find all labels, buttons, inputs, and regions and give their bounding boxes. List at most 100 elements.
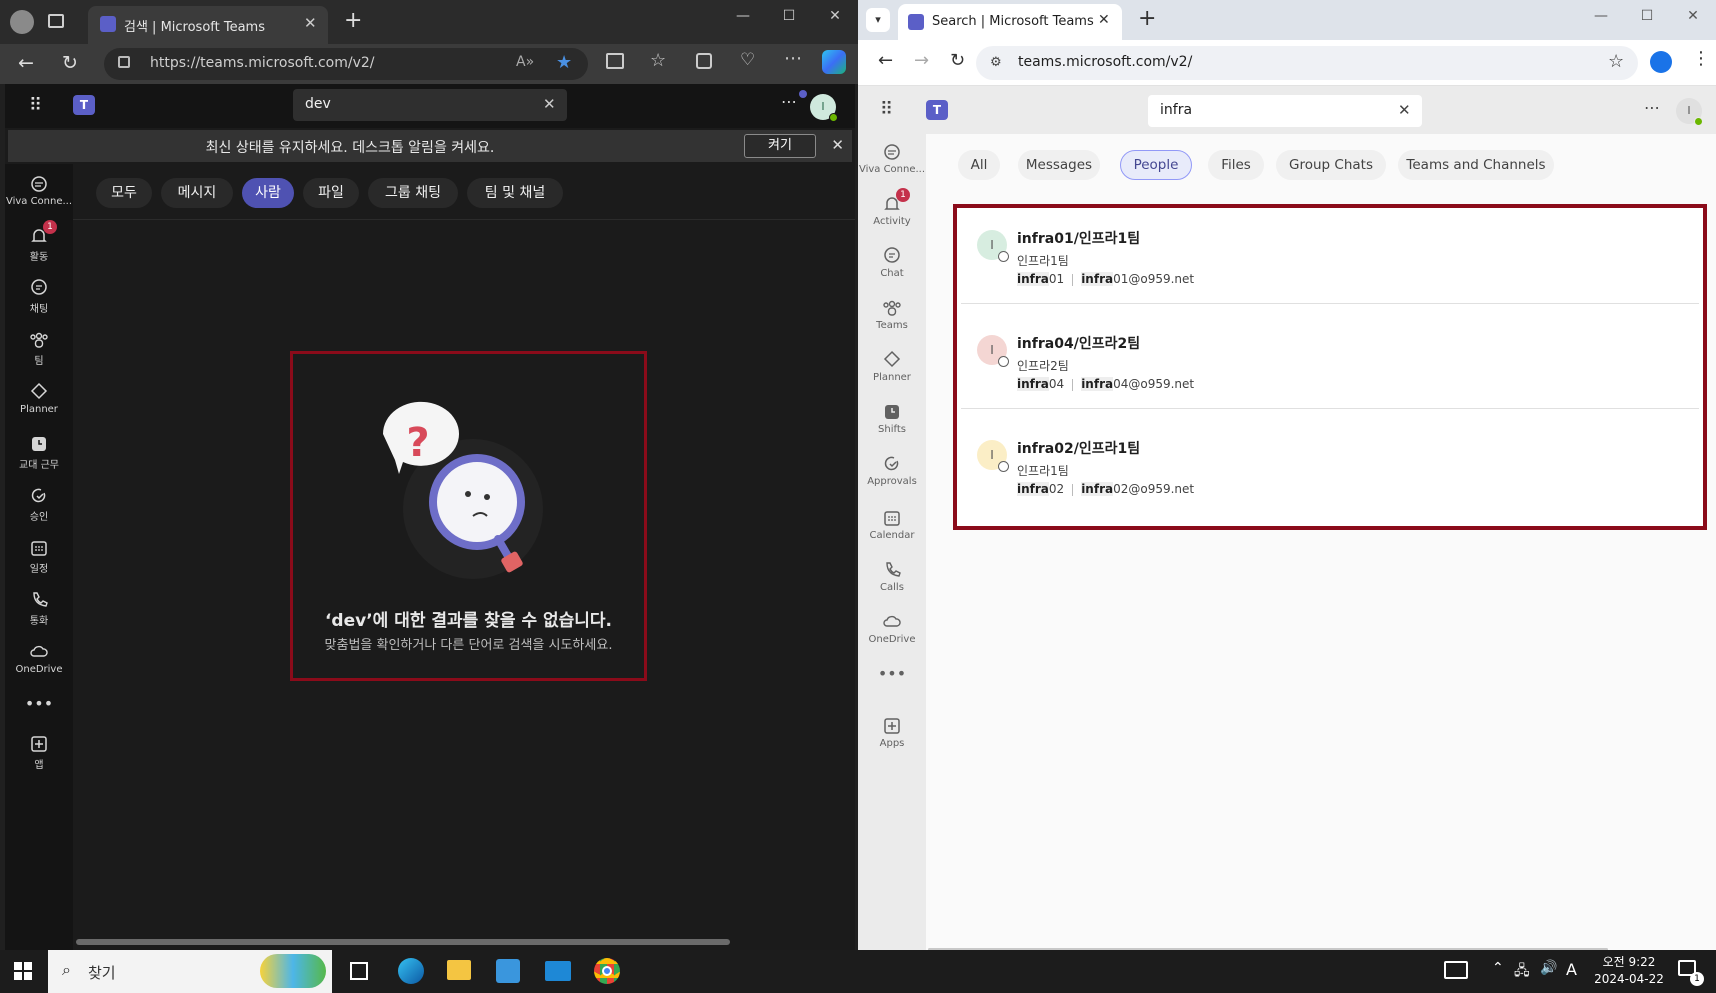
more-icon[interactable]: ⋯ <box>784 48 802 69</box>
split-screen-icon[interactable] <box>606 53 624 69</box>
new-tab-icon[interactable]: + <box>1138 6 1156 31</box>
search-input[interactable]: dev ✕ <box>293 89 567 121</box>
rail-viva[interactable]: Viva Conne... <box>5 174 73 226</box>
browser-essentials-icon[interactable]: ♡ <box>740 50 755 70</box>
rail-activity[interactable]: 1 Activity <box>858 188 926 246</box>
volume-icon[interactable]: 🔊 <box>1540 960 1557 976</box>
rail-teams[interactable]: 팀 <box>5 330 73 382</box>
rail-shifts[interactable]: 교대 근무 <box>5 434 73 486</box>
bookmark-star-icon[interactable]: ☆ <box>1608 51 1624 72</box>
banner-close-icon[interactable]: ✕ <box>831 136 844 154</box>
person-result-card[interactable]: I infra02/인프라1팀 인프라1팀 infra02 infra02@o95… <box>961 422 1699 514</box>
rail-planner[interactable]: Planner <box>858 350 926 402</box>
minimize-icon[interactable]: — <box>1578 0 1624 32</box>
rail-apps[interactable]: 앱 <box>5 734 73 786</box>
person-result-card[interactable]: I infra04/인프라2팀 인프라2팀 infra04 infra04@o95… <box>961 317 1699 409</box>
keyboard-icon[interactable] <box>1444 961 1468 979</box>
taskbar-clock[interactable]: 오전 9:22 2024-04-22 <box>1584 954 1674 988</box>
filter-group-chats[interactable]: Group Chats <box>1276 150 1386 180</box>
rail-calendar[interactable]: 일정 <box>5 538 73 590</box>
filter-messages[interactable]: 메시지 <box>161 178 233 208</box>
edge-taskbar-icon[interactable] <box>398 958 424 984</box>
horizontal-scrollbar[interactable] <box>76 939 730 945</box>
tab-close-icon[interactable]: ✕ <box>1098 12 1110 28</box>
filter-all[interactable]: All <box>958 150 1000 180</box>
rail-calls[interactable]: 통화 <box>5 590 73 642</box>
app-launcher-icon[interactable]: ⠿ <box>29 95 42 116</box>
rail-apps[interactable]: Apps <box>858 716 926 768</box>
address-bar[interactable]: https://teams.microsoft.com/v2/ A» ★ <box>104 48 588 80</box>
read-aloud-icon[interactable]: A» <box>516 54 534 70</box>
maximize-icon[interactable]: ☐ <box>766 0 812 32</box>
tab-close-icon[interactable]: ✕ <box>304 14 317 32</box>
collections-icon[interactable] <box>696 53 712 69</box>
refresh-icon[interactable]: ↻ <box>950 50 965 71</box>
chrome-menu-icon[interactable]: ⋮ <box>1692 48 1710 69</box>
ime-indicator[interactable]: A <box>1566 960 1577 979</box>
search-input[interactable]: infra ✕ <box>1148 95 1422 127</box>
forward-icon[interactable]: → <box>914 50 929 71</box>
taskbar-search-box[interactable]: ⌕ 찾기 <box>48 950 332 993</box>
filter-all[interactable]: 모두 <box>96 178 152 208</box>
filter-messages[interactable]: Messages <box>1018 150 1100 180</box>
rail-activity[interactable]: 1 활동 <box>5 220 73 278</box>
rail-viva[interactable]: Viva Conne... <box>858 142 926 194</box>
rail-onedrive[interactable]: OneDrive <box>858 612 926 664</box>
rail-label: Viva Conne... <box>5 196 73 207</box>
rail-onedrive[interactable]: OneDrive <box>5 642 73 694</box>
person-result-card[interactable]: I infra01/인프라1팀 인프라1팀 infra01 infra01@o95… <box>961 212 1699 304</box>
clear-search-icon[interactable]: ✕ <box>1398 101 1411 119</box>
store-icon[interactable] <box>496 959 520 983</box>
maximize-icon[interactable]: ☐ <box>1624 0 1670 32</box>
chrome-profile-icon[interactable] <box>1650 51 1672 73</box>
rail-shifts[interactable]: Shifts <box>858 402 926 454</box>
clear-search-icon[interactable]: ✕ <box>543 95 556 113</box>
filter-group-chats[interactable]: 그룹 채팅 <box>368 178 458 208</box>
rail-calls[interactable]: Calls <box>858 560 926 612</box>
file-explorer-icon[interactable] <box>447 960 471 980</box>
tray-chevron-icon[interactable]: ⌃ <box>1492 960 1504 976</box>
browser-tab-active[interactable]: Search | Microsoft Teams ✕ <box>898 4 1122 40</box>
refresh-icon[interactable]: ↻ <box>62 52 78 74</box>
back-icon[interactable]: ← <box>18 52 34 74</box>
filter-files[interactable]: 파일 <box>303 178 359 208</box>
rail-chat[interactable]: 채팅 <box>5 278 73 330</box>
network-icon[interactable]: 🖧 <box>1514 960 1530 984</box>
rail-approvals[interactable]: Approvals <box>858 454 926 506</box>
favorites-icon[interactable]: ☆ <box>650 50 666 71</box>
rail-calendar[interactable]: Calendar <box>858 508 926 560</box>
rail-planner[interactable]: Planner <box>5 382 73 434</box>
copilot-icon[interactable] <box>822 50 846 74</box>
filter-teams-channels[interactable]: 팀 및 채널 <box>467 178 563 208</box>
browser-tab-active[interactable]: 검색 | Microsoft Teams ✕ <box>88 6 328 44</box>
task-view-icon[interactable] <box>350 962 368 980</box>
site-info-icon[interactable]: ⚙ <box>990 55 1002 70</box>
profile-avatar[interactable] <box>10 10 34 34</box>
back-icon[interactable]: ← <box>878 50 893 71</box>
empty-state-subtitle: 맞춤법을 확인하거나 다른 단어로 검색을 시도하세요. <box>324 638 613 653</box>
app-launcher-icon[interactable]: ⠿ <box>880 99 893 120</box>
filter-files[interactable]: Files <box>1208 150 1264 180</box>
filter-people[interactable]: People <box>1120 150 1192 180</box>
tab-search-icon[interactable]: ▾ <box>866 8 890 32</box>
settings-more-icon[interactable]: ⋯ <box>1644 98 1660 117</box>
clock-date: 2024-04-22 <box>1594 972 1664 986</box>
turn-on-notifications-button[interactable]: 켜기 <box>744 134 816 158</box>
filter-teams-channels[interactable]: Teams and Channels <box>1398 150 1554 180</box>
rail-teams[interactable]: Teams <box>858 298 926 350</box>
filter-people[interactable]: 사람 <box>242 178 294 208</box>
rail-chat[interactable]: Chat <box>858 246 926 298</box>
rail-more[interactable]: ••• <box>858 664 926 716</box>
rail-label: Approvals <box>867 476 917 487</box>
windows-start-icon[interactable] <box>14 962 32 980</box>
mail-icon[interactable] <box>545 961 571 981</box>
settings-more-icon[interactable]: ⋯ <box>781 92 797 111</box>
rail-approvals[interactable]: 승인 <box>5 486 73 538</box>
new-tab-icon[interactable]: + <box>344 8 362 33</box>
close-window-icon[interactable]: ✕ <box>812 0 858 32</box>
minimize-icon[interactable]: — <box>720 0 766 32</box>
favorite-star-icon[interactable]: ★ <box>556 52 572 73</box>
close-window-icon[interactable]: ✕ <box>1670 0 1716 32</box>
tab-actions-icon[interactable] <box>48 14 64 28</box>
address-bar[interactable]: ⚙ teams.microsoft.com/v2/ ☆ <box>976 46 1638 80</box>
